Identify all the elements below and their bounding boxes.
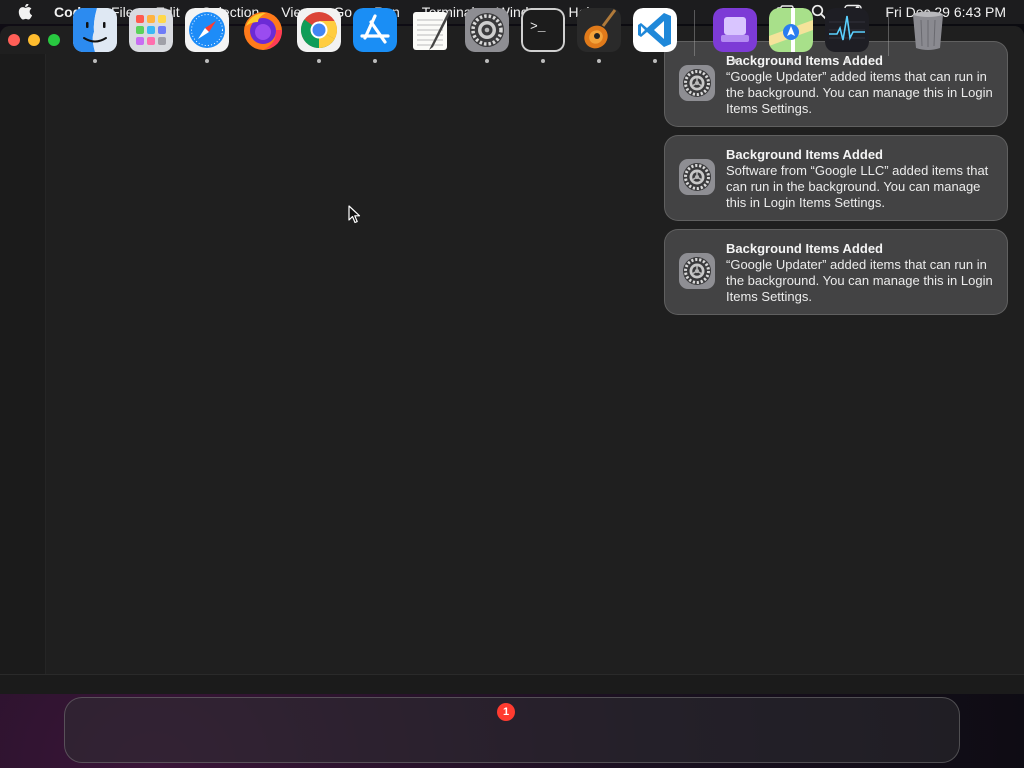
mouse-pointer-icon: [348, 205, 361, 224]
activity-monitor-icon[interactable]: [825, 8, 869, 52]
running-indicator: [653, 59, 657, 63]
system-settings-gear-icon: [679, 253, 715, 289]
window-minimize-button[interactable]: [28, 34, 40, 46]
notification-body: “Google Updater” added items that can ru…: [726, 257, 993, 304]
window-zoom-button[interactable]: [48, 34, 60, 46]
notification-text: Background Items Added “Google Updater” …: [726, 241, 998, 305]
running-indicator: [597, 59, 601, 63]
notification-title: Background Items Added: [726, 147, 883, 162]
running-indicator: [317, 59, 321, 63]
terminal-icon[interactable]: >_: [521, 8, 565, 52]
launchpad-icon[interactable]: [129, 8, 173, 52]
maps-icon[interactable]: [769, 8, 813, 52]
running-indicator: [373, 59, 377, 63]
apple-menu-icon[interactable]: [18, 3, 34, 21]
running-indicator: [845, 59, 849, 63]
notification-title: Background Items Added: [726, 241, 883, 256]
system-settings-gear-icon: [679, 65, 715, 101]
activity-bar: [0, 54, 46, 674]
notification-body: “Google Updater” added items that can ru…: [726, 69, 993, 116]
notification-title: Background Items Added: [726, 53, 883, 68]
dock-separator: [694, 10, 695, 56]
window-close-button[interactable]: [8, 34, 20, 46]
system-settings-gear-icon: [679, 159, 715, 195]
safari-icon[interactable]: [185, 8, 229, 52]
notification-text: Background Items Added “Google Updater” …: [726, 53, 998, 117]
firefox-icon[interactable]: [241, 8, 285, 52]
notification-card[interactable]: Background Items Added “Google Updater” …: [664, 229, 1008, 315]
vscode-icon[interactable]: [633, 8, 677, 52]
textedit-icon[interactable]: [409, 8, 453, 52]
running-indicator: [541, 59, 545, 63]
trash-icon[interactable]: [906, 8, 950, 52]
svg-text:>_: >_: [530, 19, 546, 34]
running-indicator: [485, 59, 489, 63]
notification-card[interactable]: Background Items Added “Google Updater” …: [664, 41, 1008, 127]
running-indicator: [733, 59, 737, 63]
running-indicator: [93, 59, 97, 63]
running-indicator: [789, 59, 793, 63]
system-settings-icon[interactable]: [465, 8, 509, 52]
notification-body: Software from “Google LLC” added items t…: [726, 163, 989, 210]
chrome-icon[interactable]: [297, 8, 341, 52]
running-indicator: [205, 59, 209, 63]
app-store-icon[interactable]: [353, 8, 397, 52]
notification-card[interactable]: Background Items Added Software from “Go…: [664, 135, 1008, 221]
garageband-icon[interactable]: [577, 8, 621, 52]
notification-text: Background Items Added Software from “Go…: [726, 147, 998, 211]
notification-badge: 1: [497, 703, 515, 721]
dock-separator: [888, 10, 889, 56]
finder-icon[interactable]: [73, 8, 117, 52]
apple-configurator-icon[interactable]: [713, 8, 757, 52]
status-bar: [0, 674, 1024, 694]
